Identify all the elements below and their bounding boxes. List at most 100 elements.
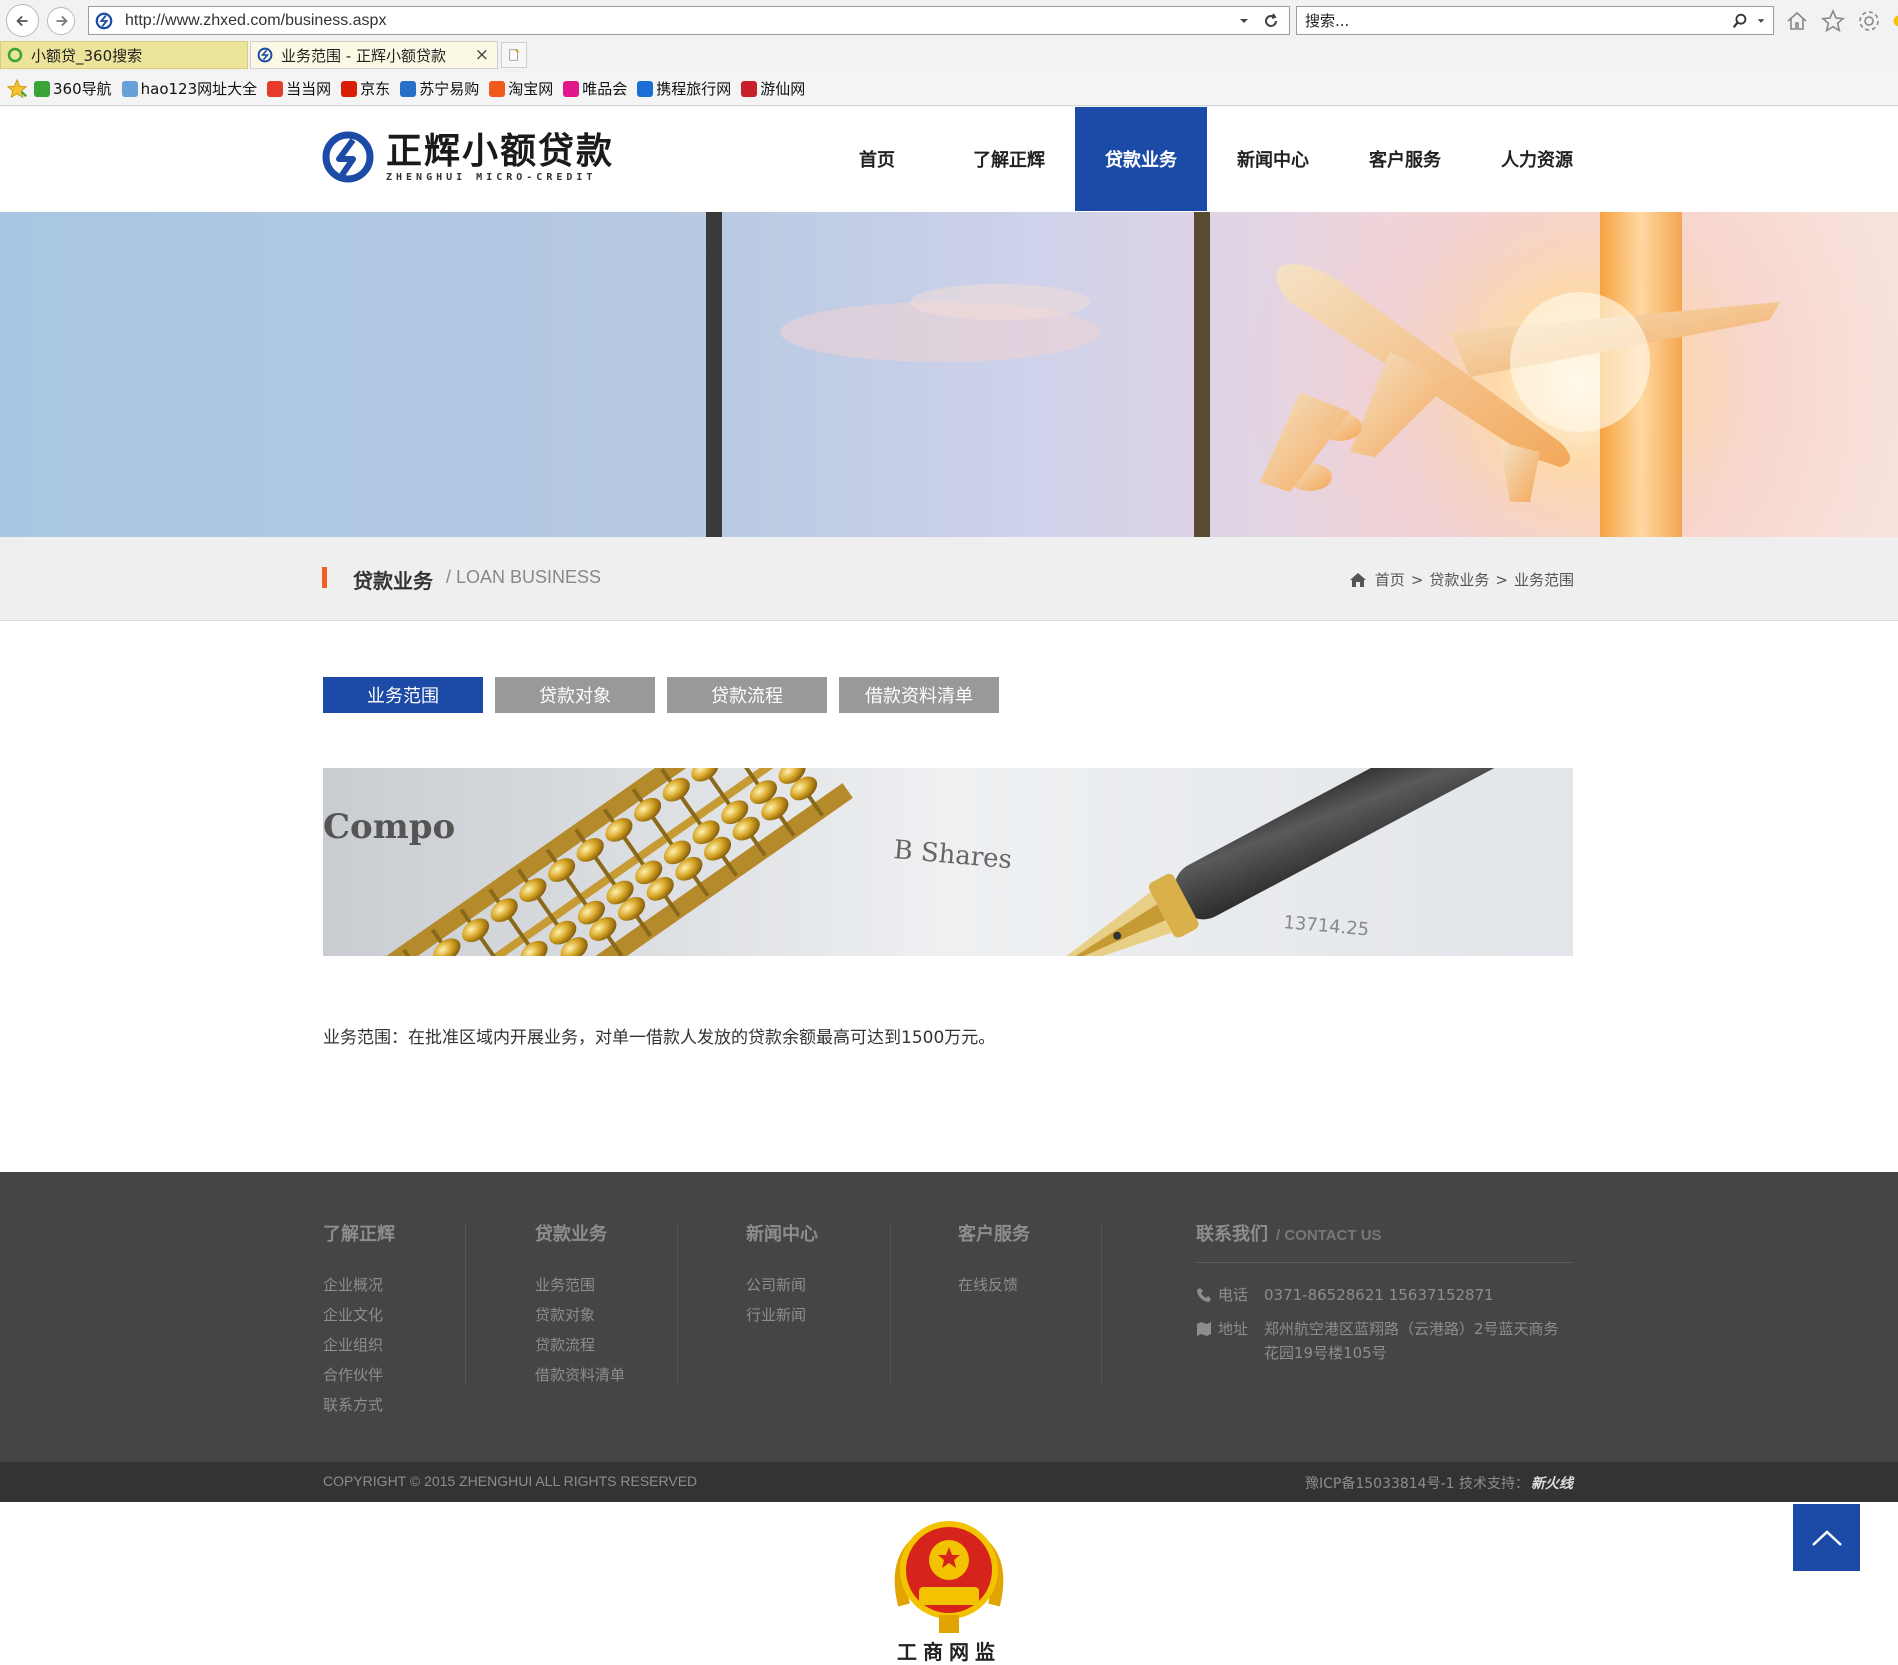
search-placeholder[interactable]: 搜索... (1305, 10, 1731, 31)
browser-tab-search[interactable]: 小额贷_360搜索 (0, 41, 248, 69)
forward-button[interactable] (47, 7, 75, 35)
back-to-top-button[interactable] (1793, 1504, 1860, 1571)
copyright-bar: COPYRIGHT © 2015 ZHENGHUI ALL RIGHTS RES… (0, 1462, 1898, 1502)
favorites-star-icon[interactable] (1820, 8, 1846, 34)
badge-label[interactable]: 工商网监 (882, 1636, 1016, 1665)
nav-item[interactable]: 贷款业务 (1075, 107, 1207, 211)
search-dropdown-icon[interactable] (1755, 15, 1767, 27)
favorite-label: 苏宁易购 (419, 80, 480, 98)
contact-title-cn: 联系我们 (1196, 1224, 1268, 1245)
footer-divider (890, 1224, 891, 1384)
favorite-link[interactable]: 唯品会 (563, 78, 627, 99)
tab-strip: 小额贷_360搜索 业务范围 - 正辉小额贷款 × (0, 41, 1898, 71)
favorite-label: 游仙网 (760, 80, 806, 98)
content-text: 业务范围：在批准区域内开展业务，对单一借款人发放的贷款余额最高可达到1500万元… (323, 1028, 996, 1048)
footer-column: 贷款业务业务范围 贷款对象 贷款流程 借款资料清单 (535, 1220, 625, 1390)
footer-link[interactable]: 联系方式 (323, 1390, 395, 1420)
favorite-site-icon (489, 80, 506, 97)
url-text[interactable]: http://www.zhxed.com/business.aspx (125, 12, 1237, 30)
dropdown-icon[interactable] (1237, 14, 1251, 28)
nav-item[interactable]: 新闻中心 (1207, 107, 1339, 211)
footer-link[interactable]: 借款资料清单 (535, 1360, 625, 1390)
favorite-label: 淘宝网 (508, 80, 554, 98)
phone-label-wrap: 电话 (1196, 1283, 1264, 1307)
back-arrow-icon (15, 15, 27, 26)
breadcrumb-home[interactable]: 首页 (1375, 569, 1405, 590)
tech-support-brand[interactable]: 新火线 (1531, 1473, 1573, 1493)
search-icon[interactable] (1731, 12, 1749, 30)
breadcrumb-section[interactable]: 贷款业务 (1429, 569, 1489, 590)
section-accent-mark (322, 567, 327, 588)
favorite-link[interactable]: 当当网 (267, 78, 331, 99)
airplane-banner-image (0, 212, 1898, 537)
footer-link[interactable]: 贷款流程 (535, 1330, 625, 1360)
back-button[interactable] (6, 4, 39, 37)
favorite-link[interactable]: 京东 (341, 78, 390, 99)
favorite-site-icon (741, 80, 758, 97)
footer-contact: 联系我们 / CONTACT US 电话 0371-86528621 156371… (1196, 1220, 1573, 1365)
section-title: 贷款业务 (353, 569, 433, 593)
settings-gear-icon[interactable] (1856, 8, 1882, 34)
footer-column-title[interactable]: 新闻中心 (746, 1220, 818, 1246)
chevron-up-icon (1811, 1529, 1842, 1546)
search-engine-icon (7, 47, 23, 63)
sub-tab[interactable]: 借款资料清单 (839, 677, 999, 713)
footer-column: 新闻中心公司新闻 行业新闻 (746, 1220, 818, 1330)
map-icon (1197, 1322, 1211, 1336)
footer-link[interactable]: 行业新闻 (746, 1300, 818, 1330)
favorite-link[interactable]: 苏宁易购 (400, 78, 479, 99)
refresh-icon[interactable] (1261, 11, 1281, 31)
hero-banner (0, 212, 1898, 537)
site-header: 正辉小额贷款 ZHENGHUI MICRO-CREDIT 首页 了解正辉 贷款业务 新… (0, 107, 1898, 319)
breadcrumb-current[interactable]: 业务范围 (1514, 569, 1574, 590)
new-tab-button[interactable] (501, 42, 527, 68)
footer-link[interactable]: 企业文化 (323, 1300, 395, 1330)
icp-text[interactable]: 豫ICP备15033814号-1 技术支持： (1305, 1473, 1529, 1493)
favorite-link[interactable]: 淘宝网 (489, 78, 553, 99)
sub-tab[interactable]: 贷款流程 (667, 677, 827, 713)
tab-title: 小额贷_360搜索 (31, 46, 143, 65)
image-word: Compo (323, 807, 455, 847)
footer-column-title[interactable]: 贷款业务 (535, 1220, 625, 1246)
nav-item[interactable]: 首页 (811, 107, 943, 211)
favorite-site-icon (34, 80, 50, 97)
sub-tab[interactable]: 贷款对象 (495, 677, 655, 713)
nav-item-label: 人力资源 (1501, 150, 1573, 171)
smiley-icon[interactable] (1892, 8, 1898, 34)
home-icon[interactable] (1784, 8, 1810, 34)
favorite-link[interactable]: 携程旅行网 (637, 78, 731, 99)
phone-label: 电话 (1218, 1286, 1249, 1304)
nav-item[interactable]: 客户服务 (1339, 107, 1471, 211)
footer-link[interactable]: 公司新闻 (746, 1270, 818, 1300)
favorites-list: 360导航 hao123网址大全 当当网 京东 苏宁易购 淘宝网 唯品会 携程旅行网 游仙网 (34, 78, 815, 99)
footer-column-title[interactable]: 了解正辉 (323, 1220, 395, 1246)
address-bar[interactable]: http://www.zhxed.com/business.aspx (88, 6, 1290, 35)
footer-column-title[interactable]: 客户服务 (958, 1220, 1030, 1246)
home-icon (1349, 572, 1366, 587)
favorites-star-icon[interactable] (6, 78, 28, 100)
footer-link[interactable]: 合作伙伴 (323, 1360, 395, 1390)
site-favicon-icon (95, 12, 113, 29)
browser-tab-active[interactable]: 业务范围 - 正辉小额贷款 × (250, 41, 498, 69)
sub-tab[interactable]: 业务范围 (323, 677, 483, 713)
footer-link[interactable]: 贷款对象 (535, 1300, 625, 1330)
favorites-bar: 360导航 hao123网址大全 当当网 京东 苏宁易购 淘宝网 唯品会 携程旅行网 游仙网 (0, 72, 1898, 106)
content-banner-image: Compo B Shares 13714.25 (323, 768, 1573, 956)
browser-search-box[interactable]: 搜索... (1296, 6, 1774, 35)
footer-link[interactable]: 企业组织 (323, 1330, 395, 1360)
nav-item[interactable]: 人力资源 (1471, 107, 1603, 211)
main-navigation: 首页 了解正辉 贷款业务 新闻中心 客户服务 人力资源 (811, 107, 1603, 211)
footer-divider (677, 1224, 678, 1384)
logo-subtitle: ZHENGHUI MICRO-CREDIT (386, 171, 597, 183)
tab-close-icon[interactable]: × (475, 45, 489, 65)
footer-divider (1101, 1224, 1102, 1384)
footer-link[interactable]: 在线反馈 (958, 1270, 1030, 1300)
site-logo[interactable]: 正辉小额贷款 ZHENGHUI MICRO-CREDIT (322, 131, 614, 183)
section-header: 贷款业务 / LOAN BUSINESS 首页 > 贷款业务 > 业务范围 (0, 537, 1898, 621)
favorite-link[interactable]: 游仙网 (741, 78, 805, 99)
footer-link[interactable]: 业务范围 (535, 1270, 625, 1300)
favorite-link[interactable]: 360导航 (34, 78, 112, 99)
footer-link[interactable]: 企业概况 (323, 1270, 395, 1300)
favorite-link[interactable]: hao123网址大全 (121, 78, 257, 99)
nav-item[interactable]: 了解正辉 (943, 107, 1075, 211)
